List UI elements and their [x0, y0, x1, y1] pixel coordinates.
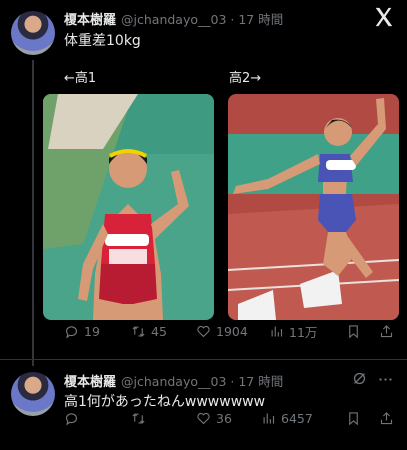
photo-right[interactable]: [228, 94, 399, 320]
photo-right-image: [228, 94, 399, 320]
thread-connector: [32, 60, 34, 366]
caption-left: ←高1: [64, 71, 97, 86]
views-button[interactable]: 6457: [261, 411, 313, 426]
translate-icon[interactable]: [351, 370, 368, 387]
like-button[interactable]: 36: [196, 411, 232, 426]
reply-icon[interactable]: [64, 411, 79, 426]
x-logo-icon[interactable]: [373, 6, 395, 28]
share-icon[interactable]: [379, 411, 394, 426]
retweet-icon: [132, 412, 145, 424]
caption-right: 高2→: [229, 71, 262, 86]
views-icon: [263, 413, 275, 423]
author-name[interactable]: 榎本樹羅: [64, 371, 116, 390]
retweet-icon: [132, 325, 145, 337]
avatar[interactable]: [11, 11, 55, 55]
like-button[interactable]: 1904: [196, 324, 248, 339]
reply-count: 19: [84, 323, 100, 339]
more-icon[interactable]: [377, 371, 394, 388]
author-name[interactable]: 榎本樹羅: [64, 9, 116, 28]
retweet-button[interactable]: [131, 411, 151, 426]
bookmark-icon[interactable]: [346, 324, 361, 339]
author-handle-time[interactable]: @jchandayo__03 · 17 時間: [121, 371, 283, 390]
like-count: 1904: [216, 323, 248, 339]
retweet-button[interactable]: 45: [131, 324, 167, 339]
like-icon: [197, 325, 210, 337]
reply-button[interactable]: 19: [64, 324, 100, 339]
tweet-header: 榎本樹羅 @jchandayo__03 · 17 時間: [64, 9, 283, 28]
views-count: 6457: [281, 410, 313, 426]
views-icon: [271, 326, 283, 336]
views-button[interactable]: 11万: [269, 322, 317, 341]
tweet-text: 体重差10kg: [64, 33, 141, 49]
divider: [0, 359, 407, 360]
author-handle-time[interactable]: @jchandayo__03 · 17 時間: [121, 9, 283, 28]
bookmark-icon[interactable]: [346, 411, 361, 426]
like-icon: [197, 412, 210, 424]
views-count: 11万: [289, 324, 318, 340]
tweet-text: 高1何があったねんwwwwwww: [64, 394, 266, 410]
avatar[interactable]: [11, 372, 55, 416]
reply-icon: [65, 325, 77, 338]
tweet-header: 榎本樹羅 @jchandayo__03 · 17 時間: [64, 371, 283, 390]
like-count: 36: [216, 410, 232, 426]
photo-left-image: 88: [43, 94, 214, 320]
retweet-count: 45: [151, 323, 167, 339]
share-icon[interactable]: [379, 324, 394, 339]
photo-left[interactable]: 88: [43, 94, 214, 320]
